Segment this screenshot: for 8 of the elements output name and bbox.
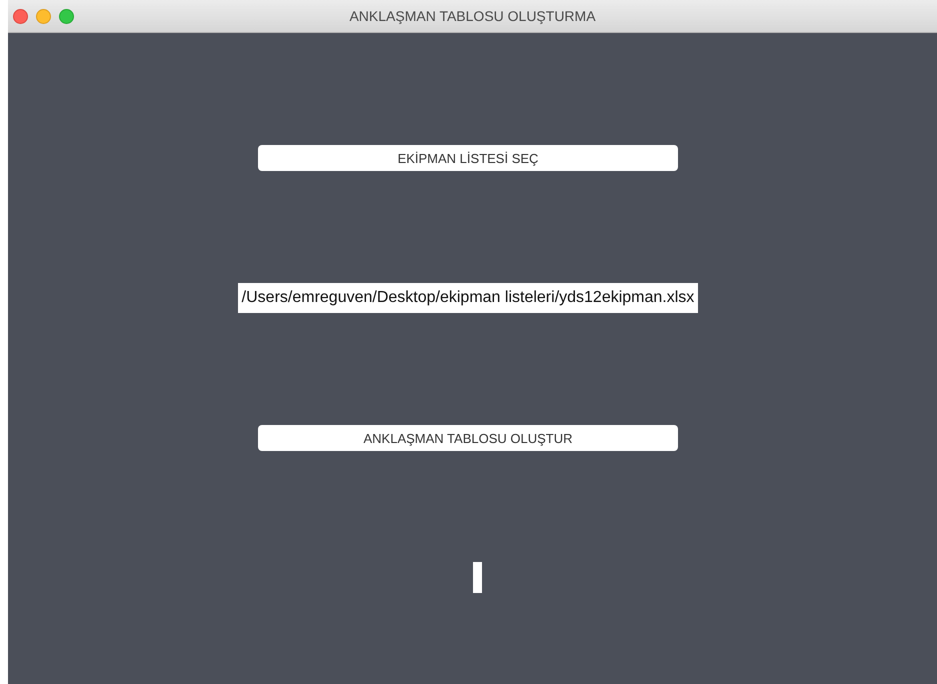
close-icon[interactable]	[13, 8, 28, 24]
window-title: ANKLAŞMAN TABLOSU OLUŞTURMA	[349, 8, 596, 24]
empty-label	[473, 562, 482, 593]
file-path-label: /Users/emreguven/Desktop/ekipman listeleri/yds12ekipman.xlsx	[238, 283, 698, 313]
create-table-button[interactable]: ANKLAŞMAN TABLOSU OLUŞTUR	[258, 425, 678, 451]
minimize-icon[interactable]	[36, 8, 51, 24]
select-list-button[interactable]: EKİPMAN LİSTESİ SEÇ	[258, 145, 678, 171]
zoom-icon[interactable]	[59, 8, 74, 24]
